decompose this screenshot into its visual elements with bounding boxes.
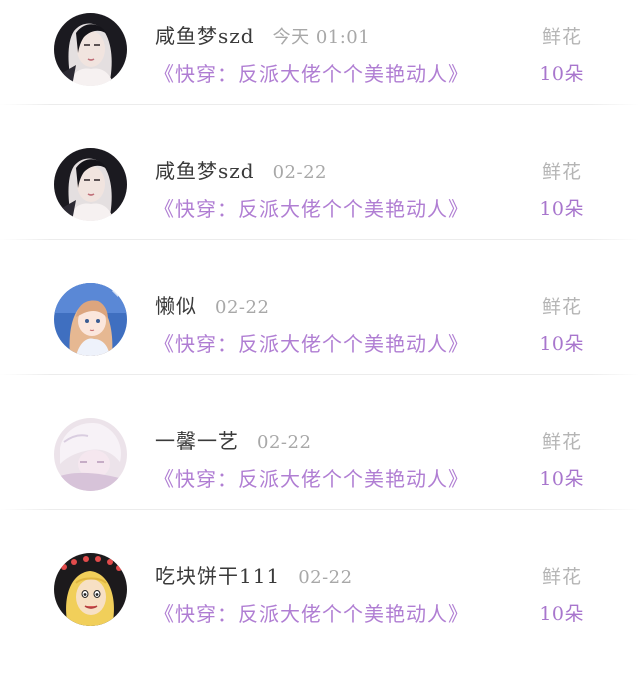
timestamp: 02-22	[215, 297, 270, 318]
gift-count: 10朵	[539, 333, 584, 355]
gift-type-label: 鲜花	[541, 26, 582, 48]
user-line: 咸鱼梦szd 今天 01:01	[155, 20, 371, 49]
avatar[interactable]	[54, 13, 127, 86]
timestamp: 02-22	[298, 567, 353, 588]
gift-count: 10朵	[539, 198, 584, 220]
username[interactable]: 懒似	[155, 290, 197, 319]
book-title-link[interactable]: 《快穿：反派大佬个个美艳动人》	[154, 328, 469, 357]
portrait-icon	[54, 148, 127, 221]
gift-type-label: 鲜花	[541, 566, 582, 588]
book-title-link[interactable]: 《快穿：反派大佬个个美艳动人》	[154, 463, 469, 492]
user-line: 咸鱼梦szd 02-22	[155, 155, 327, 184]
gift-count: 10朵	[539, 63, 584, 85]
divider	[0, 374, 640, 375]
gift-type-label: 鲜花	[541, 161, 582, 183]
list-item[interactable]: 懒似 02-22 《快穿：反派大佬个个美艳动人》 鲜花 10朵	[0, 270, 640, 405]
avatar[interactable]	[54, 553, 127, 626]
gift-record-list: 咸鱼梦szd 今天 01:01 《快穿：反派大佬个个美艳动人》 鲜花 10朵 咸…	[0, 0, 640, 636]
user-line: 懒似 02-22	[155, 290, 270, 319]
divider	[0, 104, 640, 105]
timestamp: 02-22	[272, 162, 327, 183]
list-item[interactable]: 咸鱼梦szd 02-22 《快穿：反派大佬个个美艳动人》 鲜花 10朵	[0, 135, 640, 270]
divider	[0, 239, 640, 240]
portrait-icon	[54, 13, 127, 86]
username[interactable]: 咸鱼梦szd	[155, 20, 255, 49]
gift-count: 10朵	[539, 603, 584, 625]
user-line: 吃块饼干111 02-22	[155, 560, 353, 589]
timestamp: 今天 01:01	[272, 27, 371, 48]
cartoon-character-icon	[54, 553, 127, 626]
timestamp: 02-22	[257, 432, 312, 453]
gift-type-label: 鲜花	[541, 431, 582, 453]
gift-count: 10朵	[539, 468, 584, 490]
username[interactable]: 一馨一艺	[155, 425, 239, 454]
avatar[interactable]	[54, 283, 127, 356]
anime-girl-icon	[54, 283, 127, 356]
anime-character-icon	[54, 418, 127, 491]
divider	[0, 509, 640, 510]
list-item[interactable]: 吃块饼干111 02-22 《快穿：反派大佬个个美艳动人》 鲜花 10朵	[0, 540, 640, 675]
user-line: 一馨一艺 02-22	[155, 425, 312, 454]
username[interactable]: 咸鱼梦szd	[155, 155, 255, 184]
avatar[interactable]	[54, 418, 127, 491]
list-item[interactable]: 咸鱼梦szd 今天 01:01 《快穿：反派大佬个个美艳动人》 鲜花 10朵	[0, 0, 640, 135]
avatar[interactable]	[54, 148, 127, 221]
gift-type-label: 鲜花	[541, 296, 582, 318]
book-title-link[interactable]: 《快穿：反派大佬个个美艳动人》	[154, 598, 469, 627]
book-title-link[interactable]: 《快穿：反派大佬个个美艳动人》	[154, 58, 469, 87]
username[interactable]: 吃块饼干111	[155, 560, 280, 589]
book-title-link[interactable]: 《快穿：反派大佬个个美艳动人》	[154, 193, 469, 222]
list-item[interactable]: 一馨一艺 02-22 《快穿：反派大佬个个美艳动人》 鲜花 10朵	[0, 405, 640, 540]
